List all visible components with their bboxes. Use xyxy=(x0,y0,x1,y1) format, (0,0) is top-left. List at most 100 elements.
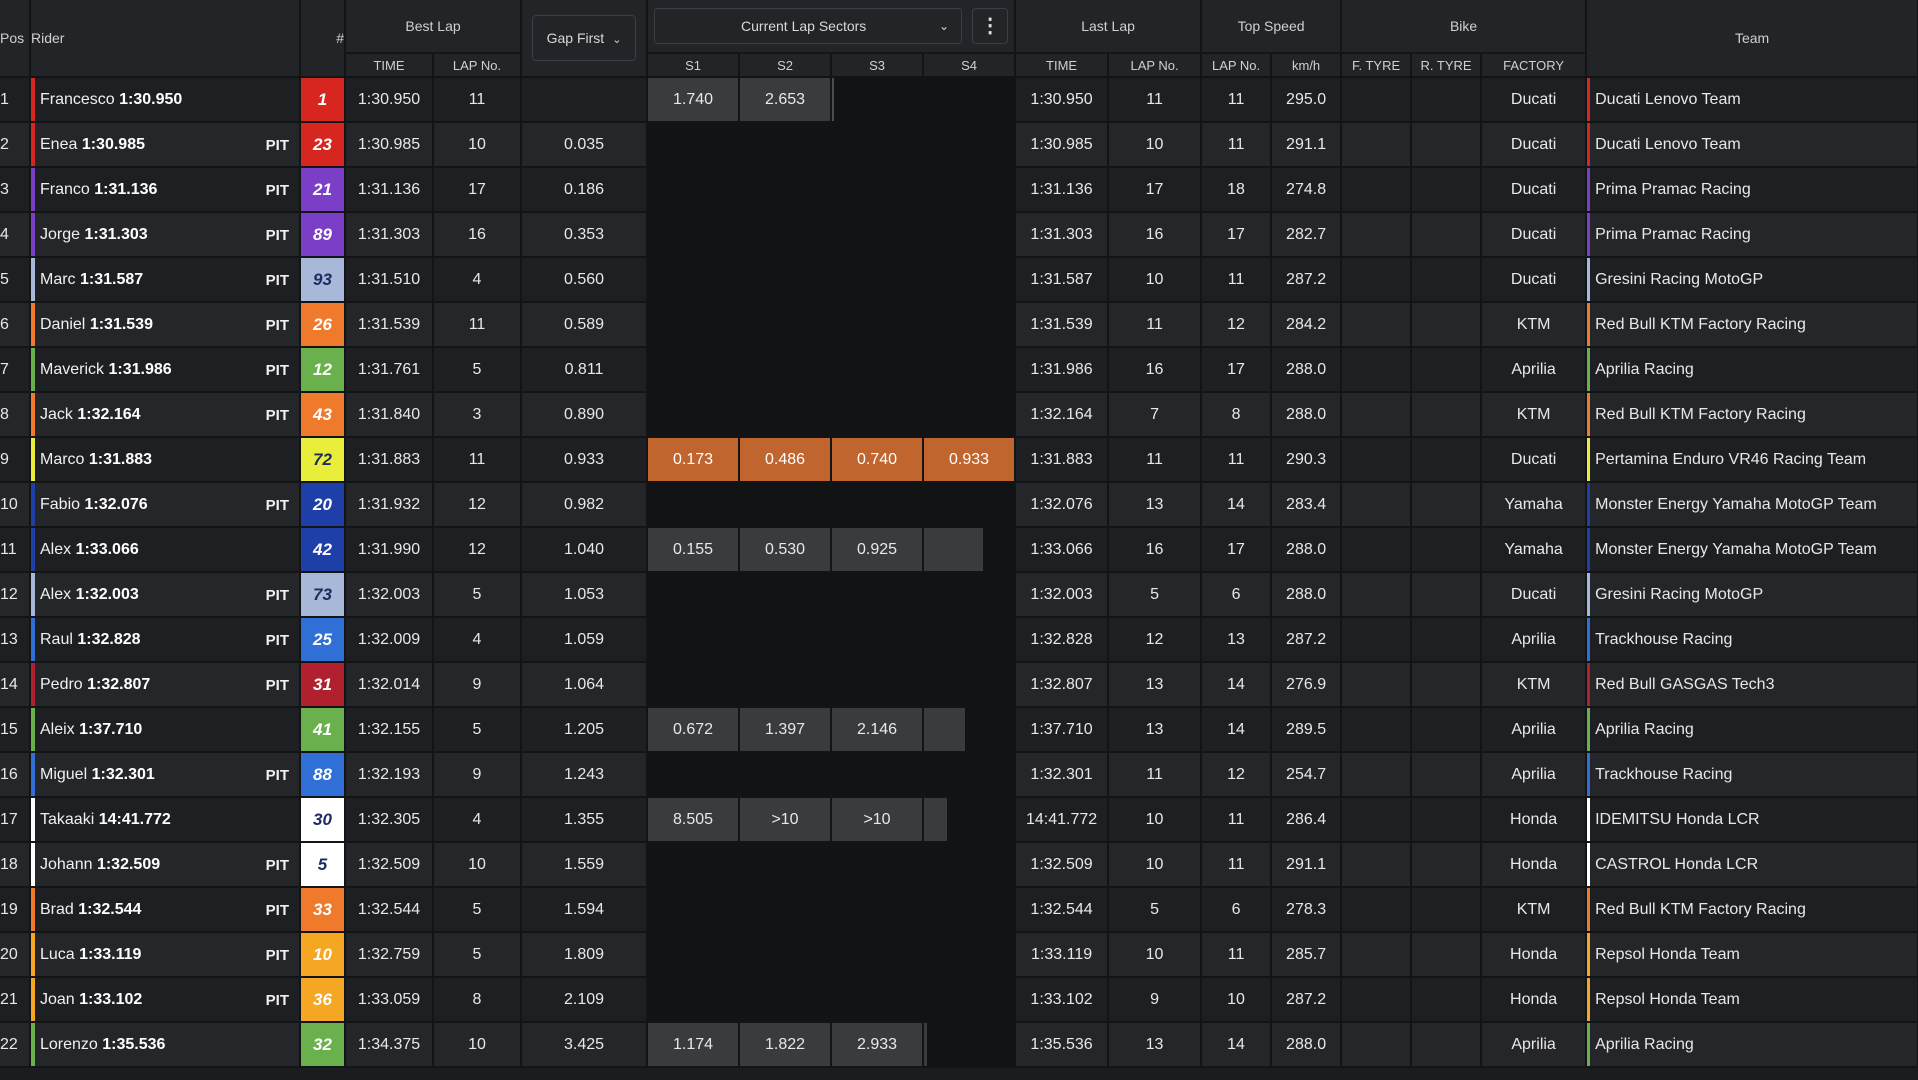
sector-4 xyxy=(923,572,1017,618)
factory-cell: Honda xyxy=(1481,797,1588,843)
sector-2 xyxy=(739,257,833,303)
table-row[interactable]: 15 Aleix 1:37.710 41 1:32.155 5 1.205 0.672 1.3… xyxy=(0,707,1918,753)
sector-1 xyxy=(647,617,741,663)
table-row[interactable]: 8 Jack 1:32.164 PIT 43 1:31.840 3 0.890 1:32.16… xyxy=(0,392,1918,438)
pit-badge: PIT xyxy=(265,992,289,1009)
rider-name: Raul 1:32.828 xyxy=(40,631,141,649)
rider-last-name: 1:31.986 xyxy=(108,361,172,378)
table-row[interactable]: 13 Raul 1:32.828 PIT 25 1:32.009 4 1.059 1:32.8… xyxy=(0,617,1918,663)
top-speed-lap: 14 xyxy=(1201,662,1273,708)
team-color-stripe xyxy=(31,933,35,975)
top-speed-kmh: 285.7 xyxy=(1271,932,1343,978)
kebab-menu-icon[interactable]: ⋮ xyxy=(972,8,1009,44)
rider-name: Lorenzo 1:35.536 xyxy=(40,1036,165,1054)
best-lap-number: 5 xyxy=(433,347,523,393)
front-tyre xyxy=(1341,392,1413,438)
rider-last-name: 1:32.003 xyxy=(75,586,139,603)
table-row[interactable]: 4 Jorge 1:31.303 PIT 89 1:31.303 16 0.353 1:31.… xyxy=(0,212,1918,258)
table-row[interactable]: 18 Johann 1:32.509 PIT 5 1:32.509 10 1.559 1:32… xyxy=(0,842,1918,888)
table-row[interactable]: 21 Joan 1:33.102 PIT 36 1:33.059 8 2.109 1:33.1… xyxy=(0,977,1918,1023)
top-speed-kmh: 287.2 xyxy=(1271,977,1343,1023)
gap-first: 1.809 xyxy=(521,932,649,978)
team-color-stripe xyxy=(1587,348,1591,390)
table-row[interactable]: 2 Enea 1:30.985 PIT 23 1:30.985 10 0.035 1:30.9… xyxy=(0,122,1918,168)
team-header: Team xyxy=(1586,0,1918,78)
team-color-stripe xyxy=(31,168,35,210)
top-speed-lap: 17 xyxy=(1201,527,1273,573)
top-speed-lap: 8 xyxy=(1201,392,1273,438)
s4-header: S4 xyxy=(923,53,1017,78)
best-lap-time: 1:30.985 xyxy=(345,122,434,168)
top-speed-kmh: 291.1 xyxy=(1271,122,1343,168)
table-row[interactable]: 11 Alex 1:33.066 42 1:31.990 12 1.040 0.155 0.5… xyxy=(0,527,1918,573)
table-row[interactable]: 22 Lorenzo 1:35.536 32 1:34.375 10 3.425 1.174… xyxy=(0,1022,1918,1068)
gap-first: 0.982 xyxy=(521,482,649,528)
rider-cell: Joan 1:33.102 PIT xyxy=(30,977,301,1023)
team-name: Prima Pramac Racing xyxy=(1595,226,1751,243)
team-cell: Red Bull KTM Factory Racing xyxy=(1586,302,1918,348)
sector-1 xyxy=(647,212,741,258)
top-speed-kmh: 276.9 xyxy=(1271,662,1343,708)
rider-cell: Miguel 1:32.301 PIT xyxy=(30,752,301,798)
rider-name: Pedro 1:32.807 xyxy=(40,676,150,694)
sector-3-value: 0.925 xyxy=(856,540,898,558)
team-color-stripe xyxy=(31,843,35,885)
sector-3 xyxy=(831,347,925,393)
table-row[interactable]: 7 Maverick 1:31.986 PIT 12 1:31.761 5 0.811 1:3… xyxy=(0,347,1918,393)
rider-first-name: Jack xyxy=(40,406,73,423)
rider-number: 73 xyxy=(300,572,346,618)
table-row[interactable]: 17 Takaaki 14:41.772 30 1:32.305 4 1.355 8.505… xyxy=(0,797,1918,843)
top-speed-kmh: 274.8 xyxy=(1271,167,1343,213)
last-lap-number: 11 xyxy=(1108,302,1203,348)
gap-first: 1.243 xyxy=(521,752,649,798)
table-row[interactable]: 12 Alex 1:32.003 PIT 73 1:32.003 5 1.053 1:32.0… xyxy=(0,572,1918,618)
team-name: Pertamina Enduro VR46 Racing Team xyxy=(1595,451,1867,468)
rider-cell: Alex 1:32.003 PIT xyxy=(30,572,301,618)
front-tyre xyxy=(1341,977,1413,1023)
table-row[interactable]: 19 Brad 1:32.544 PIT 33 1:32.544 5 1.594 1:32.5… xyxy=(0,887,1918,933)
position-cell: 7 xyxy=(0,347,31,393)
rider-number: 88 xyxy=(300,752,346,798)
kmh-header: km/h xyxy=(1271,53,1343,78)
last-lap-number: 12 xyxy=(1108,617,1203,663)
rider-first-name: Marco xyxy=(40,451,85,468)
gap-first: 0.811 xyxy=(521,347,649,393)
table-row[interactable]: 14 Pedro 1:32.807 PIT 31 1:32.014 9 1.064 1:32.… xyxy=(0,662,1918,708)
gap-first-dropdown[interactable]: Gap First ⌄ xyxy=(531,15,637,61)
table-row[interactable]: 3 Franco 1:31.136 PIT 21 1:31.136 17 0.186 1:31… xyxy=(0,167,1918,213)
table-row[interactable]: 9 Marco 1:31.883 72 1:31.883 11 0.933 0.173 0.4… xyxy=(0,437,1918,483)
current-sectors-header: Current Lap Sectors ⌄ ⋮ xyxy=(647,0,1017,54)
rider-first-name: Enea xyxy=(40,136,78,153)
team-name: Aprilia Racing xyxy=(1595,721,1694,738)
best-lap-number: 11 xyxy=(433,77,523,123)
table-row[interactable]: 10 Fabio 1:32.076 PIT 20 1:31.932 12 0.982 1:32… xyxy=(0,482,1918,528)
team-cell: Red Bull KTM Factory Racing xyxy=(1586,887,1918,933)
table-row[interactable]: 16 Miguel 1:32.301 PIT 88 1:32.193 9 1.243 1:32… xyxy=(0,752,1918,798)
best-lap-time: 1:33.059 xyxy=(345,977,434,1023)
rider-cell: Fabio 1:32.076 PIT xyxy=(30,482,301,528)
sector-3 xyxy=(831,392,925,438)
current-sectors-dropdown[interactable]: Current Lap Sectors ⌄ xyxy=(654,8,963,44)
sector-4-value: 0.933 xyxy=(949,450,990,468)
position-cell: 1 xyxy=(0,77,31,123)
front-tyre xyxy=(1341,617,1413,663)
table-row[interactable]: 20 Luca 1:33.119 PIT 10 1:32.759 5 1.809 1:33.1… xyxy=(0,932,1918,978)
team-color-stripe xyxy=(1587,888,1591,930)
best-lap-number: 11 xyxy=(433,302,523,348)
last-lap-number: 11 xyxy=(1108,77,1203,123)
top-speed-kmh: 287.2 xyxy=(1271,257,1343,303)
table-row[interactable]: 5 Marc 1:31.587 PIT 93 1:31.510 4 0.560 1:31.58… xyxy=(0,257,1918,303)
best-lap-time: 1:31.510 xyxy=(345,257,434,303)
sector-1: 0.155 xyxy=(647,527,741,573)
table-row[interactable]: 1 Francesco 1:30.950 1 1:30.950 11 1.740 2.653… xyxy=(0,77,1918,123)
front-tyre xyxy=(1341,167,1413,213)
last-lap-time: 1:37.710 xyxy=(1015,707,1110,753)
rider-number: 30 xyxy=(300,797,346,843)
last-lap-no-header: LAP No. xyxy=(1108,53,1203,78)
top-speed-lap: 6 xyxy=(1201,887,1273,933)
factory-cell: Aprilia xyxy=(1481,707,1588,753)
best-lap-number: 12 xyxy=(433,527,523,573)
gap-first: 0.353 xyxy=(521,212,649,258)
table-row[interactable]: 6 Daniel 1:31.539 PIT 26 1:31.539 11 0.589 1:31… xyxy=(0,302,1918,348)
factory-header: FACTORY xyxy=(1481,53,1588,78)
